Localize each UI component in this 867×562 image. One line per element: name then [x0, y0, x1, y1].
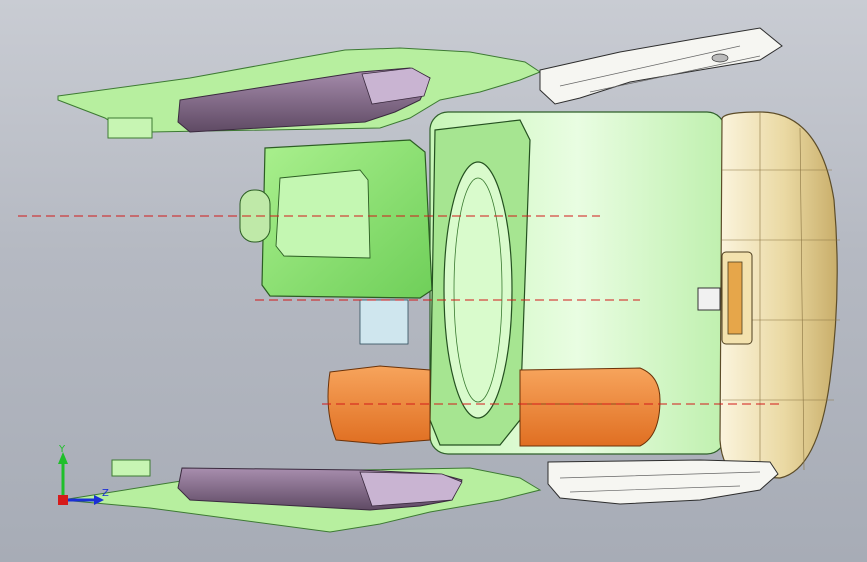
triad-origin	[58, 495, 68, 505]
cap-clip[interactable]	[697, 287, 721, 311]
axis-triad: Y Z	[58, 444, 109, 505]
orange-tank-right[interactable]	[519, 367, 661, 447]
cad-model-view[interactable]: Y Z	[0, 0, 867, 562]
cad-3d-viewport[interactable]: Y Z	[0, 0, 867, 562]
lower-tray-tab	[111, 459, 151, 477]
upper-tray-tab	[107, 117, 153, 139]
orange-tank[interactable]	[327, 365, 431, 445]
blue-insert	[359, 299, 409, 345]
lower-white-bracket[interactable]	[547, 459, 779, 505]
triad-z-label: Z	[102, 488, 109, 499]
upper-white-bracket[interactable]	[539, 27, 783, 105]
triad-y-label: Y	[58, 444, 66, 455]
